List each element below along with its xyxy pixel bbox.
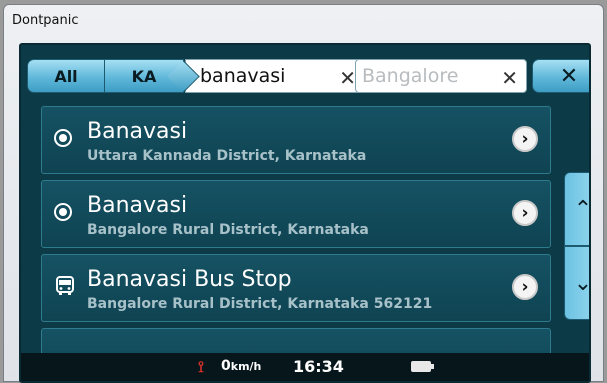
window-title: Dontpanic — [12, 13, 79, 28]
result-subtitle: Uttara Kannada District, Karnataka — [87, 148, 367, 164]
chevron-up-icon: ⌃ — [573, 196, 591, 222]
result-title: Banavasi — [87, 119, 188, 144]
result-row[interactable]: Banavasi Bus Stop Bangalore Rural Distri… — [41, 254, 551, 322]
scope-state-button[interactable]: KA — [104, 59, 184, 93]
result-title: Banavasi — [87, 193, 188, 218]
results-list: Banavasi Uttara Kannada District, Karnat… — [27, 106, 551, 381]
bus-icon — [54, 275, 76, 297]
speed-unit: km/h — [230, 360, 262, 373]
battery-charging-icon — [411, 361, 434, 372]
chevron-right-icon[interactable]: › — [512, 274, 538, 300]
speed-value: 0 — [221, 358, 231, 374]
scroll-up-button[interactable]: ⌃ — [564, 172, 591, 246]
region-search-input[interactable]: Bangalore ✕ — [355, 59, 527, 93]
result-row[interactable]: Banavasi Uttara Kannada District, Karnat… — [41, 106, 551, 174]
chevron-right-icon[interactable]: › — [512, 126, 538, 152]
navigation-app: All KA banavasi ✕ Bangalore ✕ ✕ Banavasi… — [19, 43, 591, 383]
app-window: Dontpanic All KA banavasi ✕ Bangalore ✕ … — [3, 4, 604, 383]
close-search-button[interactable]: ✕ — [532, 59, 589, 93]
result-title: Banavasi Bus Stop — [87, 267, 292, 292]
status-bar: ⟟ 0km/h 16:34 — [21, 353, 589, 381]
location-radio-icon — [54, 127, 76, 149]
result-subtitle: Bangalore Rural District, Karnataka 5621… — [87, 296, 433, 312]
chevron-down-icon: ⌄ — [573, 270, 591, 296]
speed-readout: 0km/h — [221, 358, 261, 374]
clear-city-icon[interactable]: ✕ — [339, 66, 356, 90]
speed-icon: ⟟ — [198, 357, 204, 376]
clock: 16:34 — [293, 357, 344, 376]
scope-state-label: KA — [131, 66, 157, 86]
city-search-input[interactable]: banavasi ✕ — [185, 59, 365, 93]
search-bar: All KA banavasi ✕ Bangalore ✕ ✕ — [27, 54, 589, 98]
result-row[interactable]: Banavasi Bangalore Rural District, Karna… — [41, 180, 551, 248]
result-subtitle: Bangalore Rural District, Karnataka — [87, 222, 369, 238]
region-search-placeholder: Bangalore — [362, 65, 459, 87]
scope-all-button[interactable]: All — [27, 59, 105, 93]
chevron-right-icon[interactable]: › — [512, 200, 538, 226]
city-search-value: banavasi — [200, 65, 286, 87]
location-radio-icon — [54, 201, 76, 223]
clear-region-icon[interactable]: ✕ — [501, 66, 518, 90]
scroll-down-button[interactable]: ⌄ — [564, 246, 591, 320]
